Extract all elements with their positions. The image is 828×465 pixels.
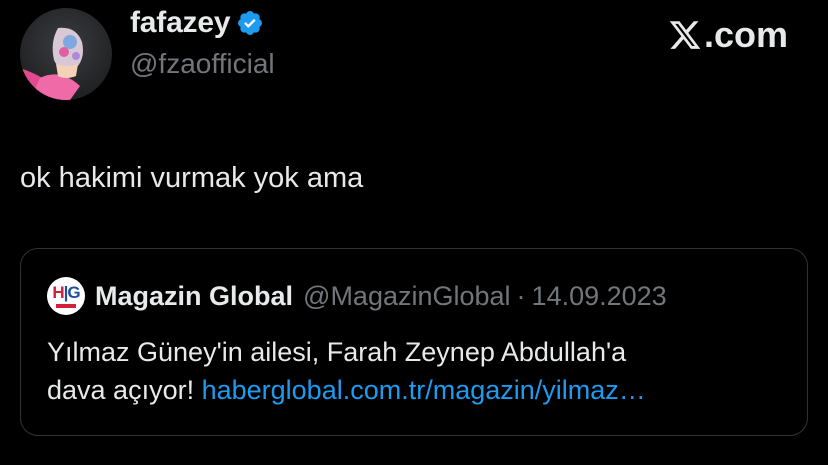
quoted-date: 14.09.2023 — [531, 280, 667, 311]
tweet-header: fafazey @fzaofficial — [20, 6, 275, 100]
quoted-tweet-body: Yılmaz Güney'in ailesi, Farah Zeynep Abd… — [47, 333, 787, 409]
avatar-photo — [20, 8, 112, 100]
site-domain-suffix: .com — [703, 14, 788, 55]
quoted-body-line-2: dava açıyor! haberglobal.com.tr/magazin/… — [47, 371, 787, 409]
verified-badge-icon — [238, 11, 263, 35]
site-brand: .com — [668, 14, 788, 56]
author-handle[interactable]: @fzaofficial — [130, 48, 275, 80]
quoted-tweet-card[interactable]: H|G Magazin Global @MagazinGlobal · 14.0… — [20, 248, 808, 436]
author-display-name[interactable]: fafazey — [130, 6, 231, 40]
quoted-author-handle: @MagazinGlobal — [303, 280, 511, 311]
haber-global-logo-icon: H|G — [47, 277, 85, 315]
author-avatar[interactable] — [20, 8, 112, 100]
quoted-body-text: dava açıyor! — [47, 375, 195, 405]
quoted-article-link[interactable]: haberglobal.com.tr/magazin/yilmaz… — [202, 375, 646, 405]
x-logo-icon — [669, 21, 701, 49]
quoted-body-line-1: Yılmaz Güney'in ailesi, Farah Zeynep Abd… — [47, 337, 627, 367]
tweet-text: ok hakimi vurmak yok ama — [20, 162, 364, 194]
name-row: fafazey — [130, 6, 275, 40]
author-meta: fafazey @fzaofficial — [130, 6, 275, 100]
quoted-author-name: Magazin Global — [95, 280, 294, 311]
quoted-separator: · — [516, 280, 526, 311]
quoted-tweet-header: H|G Magazin Global @MagazinGlobal · 14.0… — [47, 277, 667, 315]
